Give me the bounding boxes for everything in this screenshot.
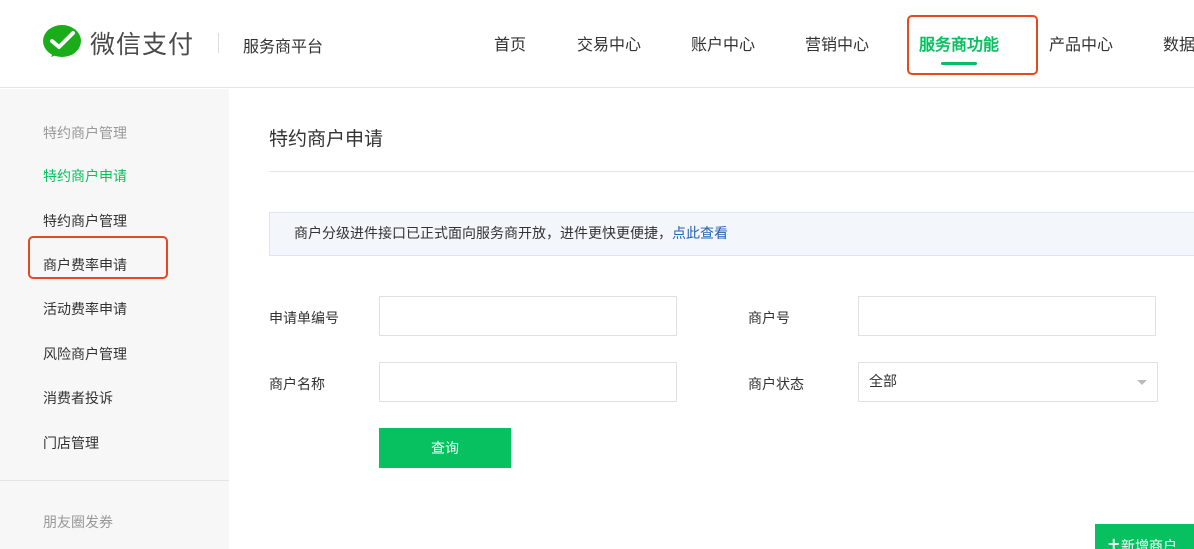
- sidebar-item-risk-merchant[interactable]: 风险商户管理: [43, 344, 127, 364]
- title-divider: [269, 171, 1194, 172]
- add-merchant-label: 新增商户: [1121, 539, 1177, 549]
- apply-no-label: 申请单编号: [269, 311, 339, 327]
- sidebar-group-moments-coupon: 朋友圈发券: [43, 515, 113, 531]
- merchant-status-select[interactable]: 全部: [858, 362, 1158, 402]
- add-merchant-button[interactable]: + 新增商户: [1095, 524, 1194, 549]
- nav-account[interactable]: 账户中心: [691, 31, 755, 55]
- nav-transactions[interactable]: 交易中心: [577, 31, 641, 55]
- sidebar-divider: [0, 480, 229, 481]
- sidebar-item-merchant-apply[interactable]: 特约商户申请: [43, 166, 127, 186]
- notice-text: 商户分级进件接口已正式面向服务商开放，进件更快更便捷，: [294, 226, 672, 242]
- sidebar: 特约商户管理 特约商户申请 特约商户管理 商户费率申请 活动费率申请 风险商户管…: [0, 89, 229, 549]
- merchant-no-label: 商户号: [748, 311, 790, 327]
- sidebar-item-activity-rate-apply[interactable]: 活动费率申请: [43, 299, 127, 319]
- wechat-pay-logo-icon: [43, 25, 81, 57]
- merchant-status-value: 全部: [869, 374, 897, 390]
- nav-marketing[interactable]: 营销中心: [805, 31, 869, 55]
- sidebar-item-fee-rate-apply[interactable]: 商户费率申请: [43, 255, 127, 275]
- sidebar-item-complaints[interactable]: 消费者投诉: [43, 388, 113, 408]
- brand-name: 微信支付: [90, 30, 195, 59]
- page-title: 特约商户申请: [269, 128, 384, 150]
- sidebar-group-merchant-management: 特约商户管理: [43, 126, 127, 142]
- notice-link[interactable]: 点此查看: [672, 226, 728, 242]
- nav-service-provider[interactable]: 服务商功能: [919, 31, 999, 55]
- nav-products[interactable]: 产品中心: [1049, 31, 1113, 55]
- nav-data[interactable]: 数据: [1163, 31, 1194, 55]
- top-header: 微信支付 服务商平台 首页 交易中心 账户中心 营销中心 服务商功能 产品中心 …: [0, 0, 1194, 88]
- merchant-name-input[interactable]: [379, 362, 677, 402]
- header-divider: [218, 33, 219, 53]
- sidebar-item-stores[interactable]: 门店管理: [43, 433, 99, 453]
- merchant-status-label: 商户状态: [748, 377, 804, 393]
- apply-no-input[interactable]: [379, 296, 677, 336]
- caret-down-icon: [1137, 380, 1147, 385]
- wechat-pay-logo[interactable]: 微信支付: [42, 24, 194, 62]
- nav-home[interactable]: 首页: [494, 31, 526, 55]
- platform-name: 服务商平台: [243, 37, 324, 56]
- plus-icon: +: [1107, 534, 1121, 549]
- sidebar-item-merchant-manage[interactable]: 特约商户管理: [43, 211, 127, 231]
- nav-active-underline: [941, 62, 977, 65]
- notice-banner: 商户分级进件接口已正式面向服务商开放，进件更快更便捷，点此查看: [269, 212, 1194, 256]
- merchant-name-label: 商户名称: [269, 377, 325, 393]
- merchant-no-input[interactable]: [858, 296, 1156, 336]
- query-button[interactable]: 查询: [379, 428, 511, 468]
